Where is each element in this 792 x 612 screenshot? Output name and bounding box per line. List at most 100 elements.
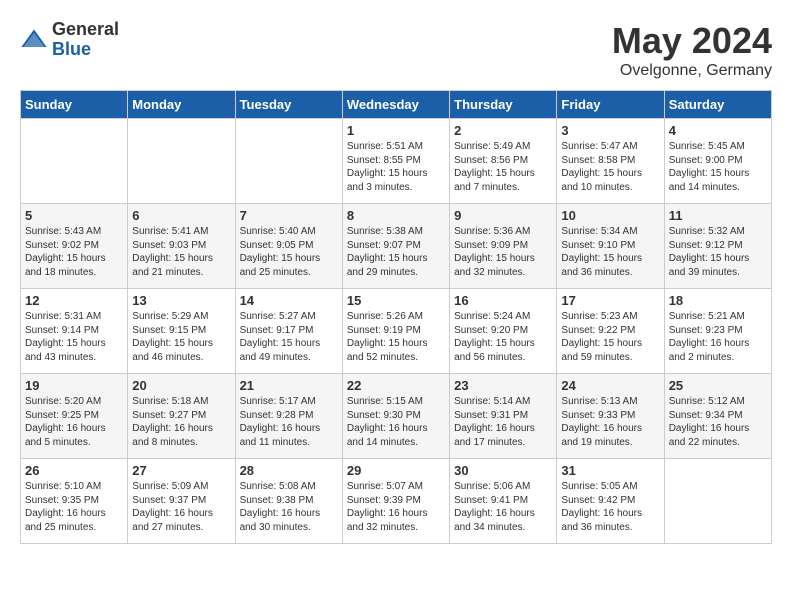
day-cell: 24 Sunrise: 5:13 AM Sunset: 9:33 PM Dayli… <box>557 374 664 459</box>
day-number: 19 <box>25 378 123 393</box>
day-cell: 4 Sunrise: 5:45 AM Sunset: 9:00 PM Daylig… <box>664 119 771 204</box>
day-number: 13 <box>132 293 230 308</box>
day-cell <box>21 119 128 204</box>
day-info: Sunrise: 5:23 AM Sunset: 9:22 PM Dayligh… <box>561 310 659 364</box>
logo-icon <box>20 26 48 54</box>
day-info: Sunrise: 5:15 AM Sunset: 9:30 PM Dayligh… <box>347 395 445 449</box>
day-info: Sunrise: 5:40 AM Sunset: 9:05 PM Dayligh… <box>240 225 338 279</box>
day-info: Sunrise: 5:47 AM Sunset: 8:58 PM Dayligh… <box>561 140 659 194</box>
day-cell: 8 Sunrise: 5:38 AM Sunset: 9:07 PM Daylig… <box>342 204 449 289</box>
column-header-friday: Friday <box>557 91 664 119</box>
day-number: 15 <box>347 293 445 308</box>
day-info: Sunrise: 5:45 AM Sunset: 9:00 PM Dayligh… <box>669 140 767 194</box>
day-number: 1 <box>347 123 445 138</box>
day-number: 27 <box>132 463 230 478</box>
day-info: Sunrise: 5:06 AM Sunset: 9:41 PM Dayligh… <box>454 480 552 534</box>
day-cell: 15 Sunrise: 5:26 AM Sunset: 9:19 PM Dayli… <box>342 289 449 374</box>
month-title: May 2024 <box>612 20 772 62</box>
day-number: 3 <box>561 123 659 138</box>
calendar-table: SundayMondayTuesdayWednesdayThursdayFrid… <box>20 90 772 544</box>
day-info: Sunrise: 5:31 AM Sunset: 9:14 PM Dayligh… <box>25 310 123 364</box>
day-info: Sunrise: 5:32 AM Sunset: 9:12 PM Dayligh… <box>669 225 767 279</box>
column-header-thursday: Thursday <box>450 91 557 119</box>
day-cell: 2 Sunrise: 5:49 AM Sunset: 8:56 PM Daylig… <box>450 119 557 204</box>
day-number: 11 <box>669 208 767 223</box>
day-cell: 11 Sunrise: 5:32 AM Sunset: 9:12 PM Dayli… <box>664 204 771 289</box>
day-info: Sunrise: 5:41 AM Sunset: 9:03 PM Dayligh… <box>132 225 230 279</box>
day-number: 18 <box>669 293 767 308</box>
day-info: Sunrise: 5:18 AM Sunset: 9:27 PM Dayligh… <box>132 395 230 449</box>
page-header: General Blue May 2024 Ovelgonne, Germany <box>20 20 772 80</box>
column-header-tuesday: Tuesday <box>235 91 342 119</box>
day-info: Sunrise: 5:05 AM Sunset: 9:42 PM Dayligh… <box>561 480 659 534</box>
day-info: Sunrise: 5:43 AM Sunset: 9:02 PM Dayligh… <box>25 225 123 279</box>
day-info: Sunrise: 5:36 AM Sunset: 9:09 PM Dayligh… <box>454 225 552 279</box>
day-cell: 25Sunrise: 5:12 AM Sunset: 9:34 PM Dayli… <box>664 374 771 459</box>
day-info: Sunrise: 5:24 AM Sunset: 9:20 PM Dayligh… <box>454 310 552 364</box>
day-cell: 27 Sunrise: 5:09 AM Sunset: 9:37 PM Dayli… <box>128 459 235 544</box>
day-number: 22 <box>347 378 445 393</box>
day-cell: 7 Sunrise: 5:40 AM Sunset: 9:05 PM Daylig… <box>235 204 342 289</box>
day-cell: 3 Sunrise: 5:47 AM Sunset: 8:58 PM Daylig… <box>557 119 664 204</box>
day-info: Sunrise: 5:12 AM Sunset: 9:34 PM Dayligh… <box>669 395 767 449</box>
day-cell: 23Sunrise: 5:14 AM Sunset: 9:31 PM Dayli… <box>450 374 557 459</box>
day-number: 29 <box>347 463 445 478</box>
day-info: Sunrise: 5:26 AM Sunset: 9:19 PM Dayligh… <box>347 310 445 364</box>
column-header-monday: Monday <box>128 91 235 119</box>
day-info: Sunrise: 5:13 AM Sunset: 9:33 PM Dayligh… <box>561 395 659 449</box>
day-number: 6 <box>132 208 230 223</box>
day-cell: 5 Sunrise: 5:43 AM Sunset: 9:02 PM Daylig… <box>21 204 128 289</box>
day-info: Sunrise: 5:10 AM Sunset: 9:35 PM Dayligh… <box>25 480 123 534</box>
week-row-1: 1 Sunrise: 5:51 AM Sunset: 8:55 PM Daylig… <box>21 119 772 204</box>
day-cell: 29 Sunrise: 5:07 AM Sunset: 9:39 PM Dayli… <box>342 459 449 544</box>
day-number: 24 <box>561 378 659 393</box>
day-cell: 12Sunrise: 5:31 AM Sunset: 9:14 PM Dayli… <box>21 289 128 374</box>
week-row-3: 12Sunrise: 5:31 AM Sunset: 9:14 PM Dayli… <box>21 289 772 374</box>
day-number: 4 <box>669 123 767 138</box>
day-number: 20 <box>132 378 230 393</box>
day-cell: 19 Sunrise: 5:20 AM Sunset: 9:25 PM Dayli… <box>21 374 128 459</box>
title-block: May 2024 Ovelgonne, Germany <box>612 20 772 80</box>
day-cell: 22 Sunrise: 5:15 AM Sunset: 9:30 PM Dayli… <box>342 374 449 459</box>
day-info: Sunrise: 5:34 AM Sunset: 9:10 PM Dayligh… <box>561 225 659 279</box>
day-number: 5 <box>25 208 123 223</box>
day-number: 8 <box>347 208 445 223</box>
week-row-5: 26 Sunrise: 5:10 AM Sunset: 9:35 PM Dayli… <box>21 459 772 544</box>
column-header-wednesday: Wednesday <box>342 91 449 119</box>
day-cell: 20 Sunrise: 5:18 AM Sunset: 9:27 PM Dayli… <box>128 374 235 459</box>
day-number: 23 <box>454 378 552 393</box>
day-cell: 16Sunrise: 5:24 AM Sunset: 9:20 PM Dayli… <box>450 289 557 374</box>
logo-general-text: General <box>52 20 119 40</box>
day-cell: 30 Sunrise: 5:06 AM Sunset: 9:41 PM Dayli… <box>450 459 557 544</box>
day-cell: 1 Sunrise: 5:51 AM Sunset: 8:55 PM Daylig… <box>342 119 449 204</box>
day-number: 30 <box>454 463 552 478</box>
day-info: Sunrise: 5:17 AM Sunset: 9:28 PM Dayligh… <box>240 395 338 449</box>
day-number: 7 <box>240 208 338 223</box>
day-cell: 9 Sunrise: 5:36 AM Sunset: 9:09 PM Daylig… <box>450 204 557 289</box>
day-cell: 18 Sunrise: 5:21 AM Sunset: 9:23 PM Dayli… <box>664 289 771 374</box>
location: Ovelgonne, Germany <box>612 62 772 80</box>
logo: General Blue <box>20 20 119 60</box>
header-row: SundayMondayTuesdayWednesdayThursdayFrid… <box>21 91 772 119</box>
day-info: Sunrise: 5:49 AM Sunset: 8:56 PM Dayligh… <box>454 140 552 194</box>
day-info: Sunrise: 5:07 AM Sunset: 9:39 PM Dayligh… <box>347 480 445 534</box>
day-number: 10 <box>561 208 659 223</box>
day-info: Sunrise: 5:21 AM Sunset: 9:23 PM Dayligh… <box>669 310 767 364</box>
day-cell: 6 Sunrise: 5:41 AM Sunset: 9:03 PM Daylig… <box>128 204 235 289</box>
day-cell: 26 Sunrise: 5:10 AM Sunset: 9:35 PM Dayli… <box>21 459 128 544</box>
column-header-saturday: Saturday <box>664 91 771 119</box>
day-number: 2 <box>454 123 552 138</box>
week-row-2: 5 Sunrise: 5:43 AM Sunset: 9:02 PM Daylig… <box>21 204 772 289</box>
day-cell: 17 Sunrise: 5:23 AM Sunset: 9:22 PM Dayli… <box>557 289 664 374</box>
day-info: Sunrise: 5:51 AM Sunset: 8:55 PM Dayligh… <box>347 140 445 194</box>
day-info: Sunrise: 5:20 AM Sunset: 9:25 PM Dayligh… <box>25 395 123 449</box>
day-info: Sunrise: 5:38 AM Sunset: 9:07 PM Dayligh… <box>347 225 445 279</box>
day-cell: 14Sunrise: 5:27 AM Sunset: 9:17 PM Dayli… <box>235 289 342 374</box>
week-row-4: 19 Sunrise: 5:20 AM Sunset: 9:25 PM Dayli… <box>21 374 772 459</box>
day-info: Sunrise: 5:08 AM Sunset: 9:38 PM Dayligh… <box>240 480 338 534</box>
day-info: Sunrise: 5:09 AM Sunset: 9:37 PM Dayligh… <box>132 480 230 534</box>
day-number: 9 <box>454 208 552 223</box>
day-number: 14 <box>240 293 338 308</box>
day-number: 26 <box>25 463 123 478</box>
day-number: 17 <box>561 293 659 308</box>
